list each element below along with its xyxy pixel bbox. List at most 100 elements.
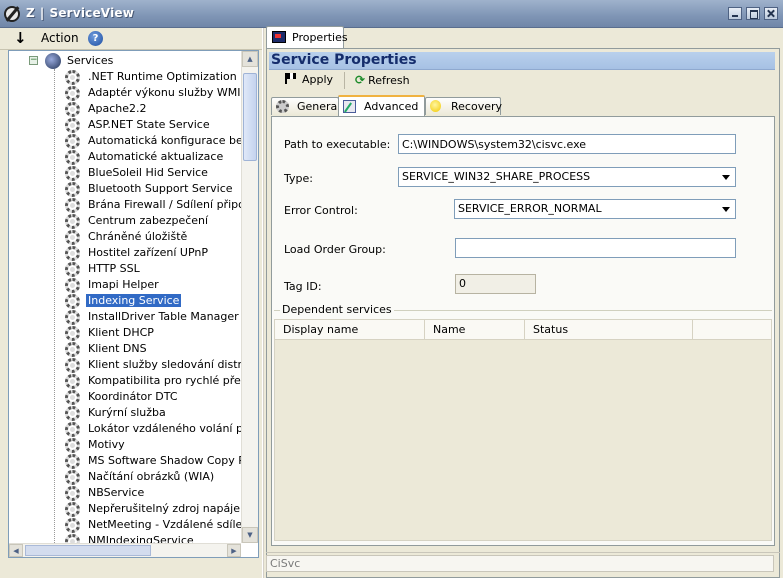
tree-item-label: Automatická konfigurace bezdrát [88, 134, 241, 147]
scroll-left-icon[interactable]: ◀ [9, 544, 23, 557]
tree-item[interactable]: Indexing Service [65, 293, 241, 309]
tree-item[interactable]: Bluetooth Support Service [65, 181, 241, 197]
down-arrow-icon[interactable]: ↓ [14, 29, 27, 47]
panel-title: Service Properties [271, 52, 417, 68]
tree-item-label: Klient DHCP [88, 326, 154, 339]
help-icon[interactable]: ? [88, 31, 103, 46]
tree-item[interactable]: Kurýrní služba [65, 405, 241, 421]
collapse-icon[interactable]: − [29, 56, 38, 65]
error-control-value: SERVICE_ERROR_NORMAL [458, 202, 602, 215]
tree-connector [54, 69, 55, 543]
properties-toolbar: Apply ⟳ Refresh [269, 70, 775, 92]
service-gear-icon [65, 118, 80, 133]
tree-item[interactable]: Hostitel zařízení UPnP [65, 245, 241, 261]
gear-icon [276, 100, 289, 113]
tree-item[interactable]: Motivy [65, 437, 241, 453]
tree-item[interactable]: HTTP SSL [65, 261, 241, 277]
app-icon[interactable] [4, 6, 20, 22]
tree-item-label: .NET Runtime Optimization Servi [88, 70, 241, 83]
path-field[interactable] [398, 134, 736, 154]
tree-item[interactable]: Brána Firewall / Sdílení připojení [65, 197, 241, 213]
tree-item-label: Načítání obrázků (WIA) [88, 470, 215, 483]
service-gear-icon [65, 246, 80, 261]
scroll-down-icon[interactable]: ▼ [242, 527, 258, 543]
tree-item[interactable]: MS Software Shadow Copy Prov [65, 453, 241, 469]
tree-item-label: NetMeeting - Vzdálené sdílení pl [88, 518, 241, 531]
tree-item[interactable]: InstallDriver Table Manager [65, 309, 241, 325]
tree-item[interactable]: NMIndexingService [65, 533, 241, 543]
refresh-icon: ⟳ [355, 73, 366, 87]
tree-item[interactable]: Kompatibilita pro rychlé přepínán [65, 373, 241, 389]
property-tabs: General Advanced Recovery [271, 95, 775, 116]
tree-horizontal-scrollbar[interactable]: ◀ ▶ [9, 543, 241, 557]
service-gear-icon [65, 518, 80, 533]
tree-item-label: Adaptér výkonu služby WMI [88, 86, 241, 99]
tree-item-label: MS Software Shadow Copy Prov [88, 454, 241, 467]
pane-splitter[interactable] [262, 28, 264, 578]
load-order-field[interactable] [455, 238, 736, 258]
maximize-button[interactable] [746, 7, 760, 20]
services-tree[interactable]: − Services .NET Runtime Optimization Ser… [8, 50, 259, 558]
tree-item[interactable]: Načítání obrázků (WIA) [65, 469, 241, 485]
scroll-thumb[interactable] [243, 73, 257, 161]
service-gear-icon [65, 262, 80, 277]
tree-item[interactable]: Automatická konfigurace bezdrát [65, 133, 241, 149]
tab-general[interactable]: General [271, 97, 340, 115]
tree-item[interactable]: Centrum zabezpečení [65, 213, 241, 229]
tree-item[interactable]: .NET Runtime Optimization Servi [65, 69, 241, 85]
service-gear-icon [65, 86, 80, 101]
chevron-down-icon[interactable] [718, 169, 734, 185]
tree-item[interactable]: NetMeeting - Vzdálené sdílení pl [65, 517, 241, 533]
service-gear-icon [65, 278, 80, 293]
scroll-up-icon[interactable]: ▲ [242, 51, 258, 67]
tree-item[interactable]: NBService [65, 485, 241, 501]
service-gear-icon [65, 502, 80, 517]
service-gear-icon [65, 150, 80, 165]
tab-advanced[interactable]: Advanced [338, 95, 425, 116]
tree-item[interactable]: Klient DHCP [65, 325, 241, 341]
chevron-down-icon[interactable] [718, 201, 734, 217]
horizontal-scroll-thumb[interactable] [25, 545, 151, 556]
tree-item[interactable]: BlueSoleil Hid Service [65, 165, 241, 181]
minimize-button[interactable] [728, 7, 742, 20]
tree-item[interactable]: Klient služby sledování distribuov [65, 357, 241, 373]
dependent-services-list[interactable]: Display name Name Status [274, 319, 772, 541]
tree-item-label: InstallDriver Table Manager [88, 310, 239, 323]
tree-item-label: NBService [88, 486, 145, 499]
tree-item[interactable]: Klient DNS [65, 341, 241, 357]
tree-vertical-scrollbar[interactable]: ▲ ▼ [241, 51, 258, 543]
tree-item[interactable]: Automatické aktualizace [65, 149, 241, 165]
tree-item[interactable]: Nepřerušitelný zdroj napájení (UF [65, 501, 241, 517]
window-title: Z | ServiceView [26, 6, 135, 20]
tree-item[interactable]: Apache2.2 [65, 101, 241, 117]
properties-document-tab[interactable]: Properties [266, 26, 348, 48]
column-status[interactable]: Status [525, 320, 693, 339]
properties-icon [272, 31, 286, 43]
column-name[interactable]: Name [425, 320, 525, 339]
tree-root-label: Services [67, 54, 114, 67]
column-display-name[interactable]: Display name [275, 320, 425, 339]
error-control-select[interactable]: SERVICE_ERROR_NORMAL [454, 199, 736, 219]
service-gear-icon [65, 470, 80, 485]
tree-item-label: Centrum zabezpečení [88, 214, 209, 227]
action-menu[interactable]: Action [41, 31, 79, 45]
tab-recovery[interactable]: Recovery [425, 97, 502, 115]
tree-item[interactable]: Adaptér výkonu služby WMI [65, 85, 241, 101]
service-gear-icon [65, 390, 80, 405]
refresh-button[interactable]: ⟳ Refresh [355, 73, 410, 87]
tree-item-label: Motivy [88, 438, 125, 451]
close-button[interactable] [764, 7, 778, 20]
scroll-right-icon[interactable]: ▶ [227, 544, 241, 557]
tree-item[interactable]: ASP.NET State Service [65, 117, 241, 133]
tree-item[interactable]: Imapi Helper [65, 277, 241, 293]
apply-button[interactable]: Apply [285, 73, 333, 86]
tree-item[interactable]: Lokátor vzdáleného volání proce [65, 421, 241, 437]
services-root-icon [45, 53, 61, 69]
tree-item-label: NMIndexingService [88, 534, 194, 543]
load-order-label: Load Order Group: [284, 243, 386, 256]
type-select[interactable]: SERVICE_WIN32_SHARE_PROCESS [398, 167, 736, 187]
tree-item-label: Apache2.2 [88, 102, 147, 115]
tree-item[interactable]: Koordinátor DTC [65, 389, 241, 405]
tree-item-label: HTTP SSL [88, 262, 140, 275]
tree-item[interactable]: Chráněné úložiště [65, 229, 241, 245]
